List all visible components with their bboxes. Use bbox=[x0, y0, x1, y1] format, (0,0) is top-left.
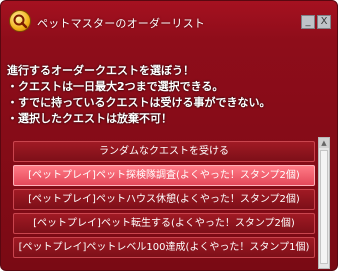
instruction-line: ・クエストは一日最大2つまで選択できる。 bbox=[7, 80, 224, 93]
list-scrollbar[interactable]: ▲ bbox=[318, 137, 330, 269]
quest-item-pet-rebirth[interactable]: [ペットプレイ]ペット転生する(よくやった！スタンプ2個) bbox=[13, 213, 315, 234]
quest-list: ランダムなクエストを受ける [ペットプレイ]ペット探検隊調査(よくやった！スタン… bbox=[13, 137, 315, 269]
instructions: 進行するオーダークエストを選ぼう！ ・クエストは一日最大2つまで選択できる。 ・… bbox=[7, 63, 297, 127]
quest-item-random[interactable]: ランダムなクエストを受ける bbox=[13, 141, 315, 162]
minimize-button[interactable]: _ bbox=[301, 15, 315, 29]
quest-item-pet-exploration[interactable]: [ペットプレイ]ペット探検隊調査(よくやった！スタンプ2個) bbox=[13, 165, 315, 186]
instruction-line: 進行するオーダークエストを選ぼう！ bbox=[7, 64, 194, 77]
title-bar[interactable]: ペットマスターのオーダーリスト _ X bbox=[1, 1, 337, 41]
close-button[interactable]: X bbox=[317, 15, 331, 29]
quest-item-pet-level-100[interactable]: [ペットプレイ]ペットレベル100達成(よくやった！スタンプ1個) bbox=[13, 237, 315, 258]
window-title: ペットマスターのオーダーリスト bbox=[37, 17, 205, 30]
scroll-thumb[interactable] bbox=[320, 150, 328, 264]
instruction-line: ・すでに持っているクエストは受ける事ができない。 bbox=[7, 96, 271, 109]
quest-magnifier-icon bbox=[9, 10, 31, 32]
quest-item-pet-house[interactable]: [ペットプレイ]ペットハウス休憩(よくやった！スタンプ2個) bbox=[13, 189, 315, 210]
order-list-window: ペットマスターのオーダーリスト _ X 進行するオーダークエストを選ぼう！ ・ク… bbox=[0, 0, 338, 271]
instruction-line: ・選択したクエストは放棄不可！ bbox=[7, 112, 172, 125]
scroll-up-icon[interactable]: ▲ bbox=[319, 138, 329, 148]
